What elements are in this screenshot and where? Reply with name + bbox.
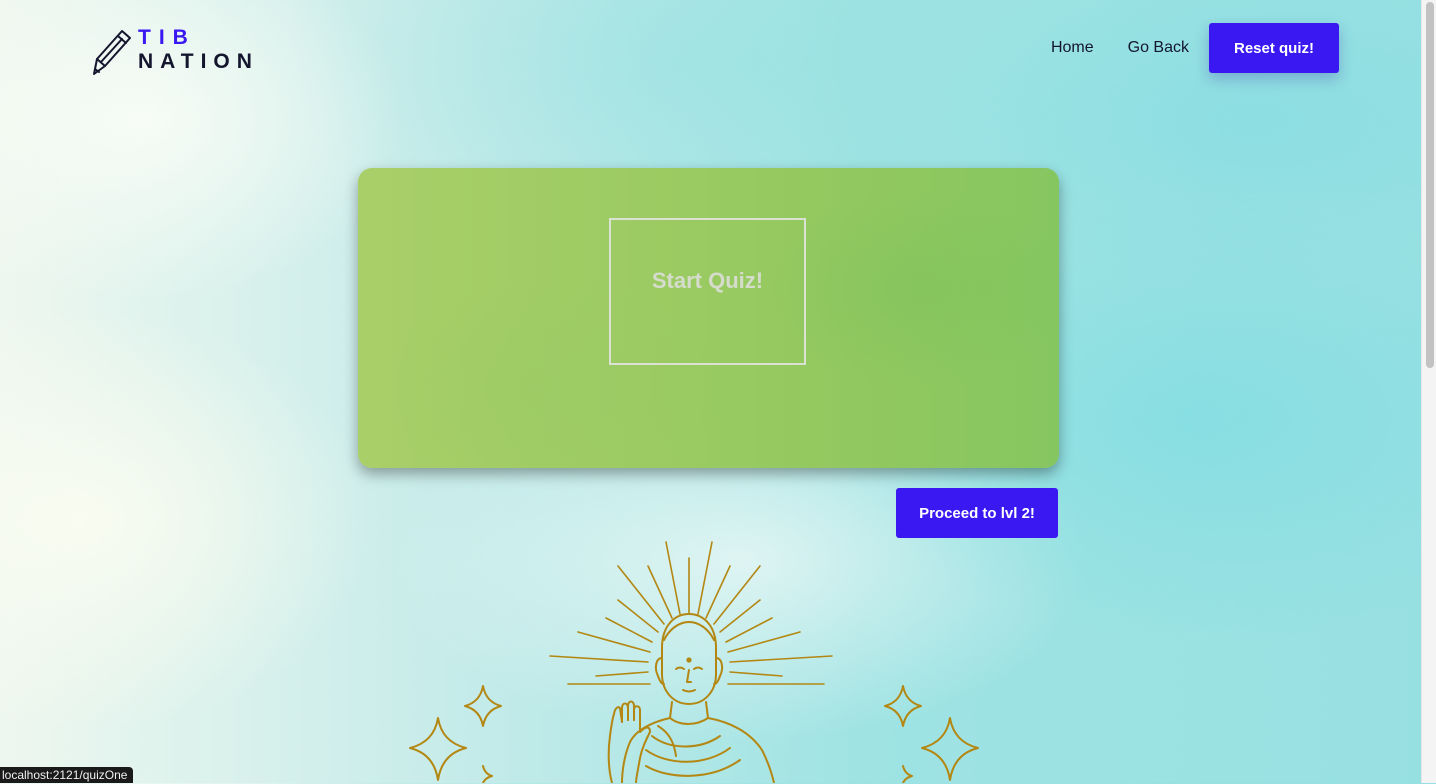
start-quiz-label: Start Quiz! — [651, 267, 764, 293]
page: TIB NATION Home Go Back Reset quiz! Star… — [0, 0, 1421, 783]
quiz-card: Start Quiz! — [358, 168, 1059, 468]
nav-go-back-link[interactable]: Go Back — [1128, 39, 1189, 57]
buddha-illustration — [409, 541, 979, 783]
pencil-icon — [93, 30, 131, 75]
logo[interactable]: TIB NATION — [92, 26, 272, 76]
top-nav: Home Go Back Reset quiz! — [1051, 23, 1339, 73]
status-bar-url: localhost:2121/quizOne — [0, 767, 134, 783]
nav-home-link[interactable]: Home — [1051, 39, 1094, 57]
logo-text-nation: NATION — [138, 50, 259, 73]
reset-quiz-button[interactable]: Reset quiz! — [1208, 23, 1339, 73]
scrollbar-thumb[interactable] — [1426, 2, 1434, 368]
start-quiz-button[interactable]: Start Quiz! — [609, 218, 806, 365]
vertical-scrollbar[interactable] — [1421, 0, 1436, 783]
logo-text-tib: TIB — [138, 26, 196, 49]
proceed-level-2-button[interactable]: Proceed to lvl 2! — [896, 488, 1058, 538]
